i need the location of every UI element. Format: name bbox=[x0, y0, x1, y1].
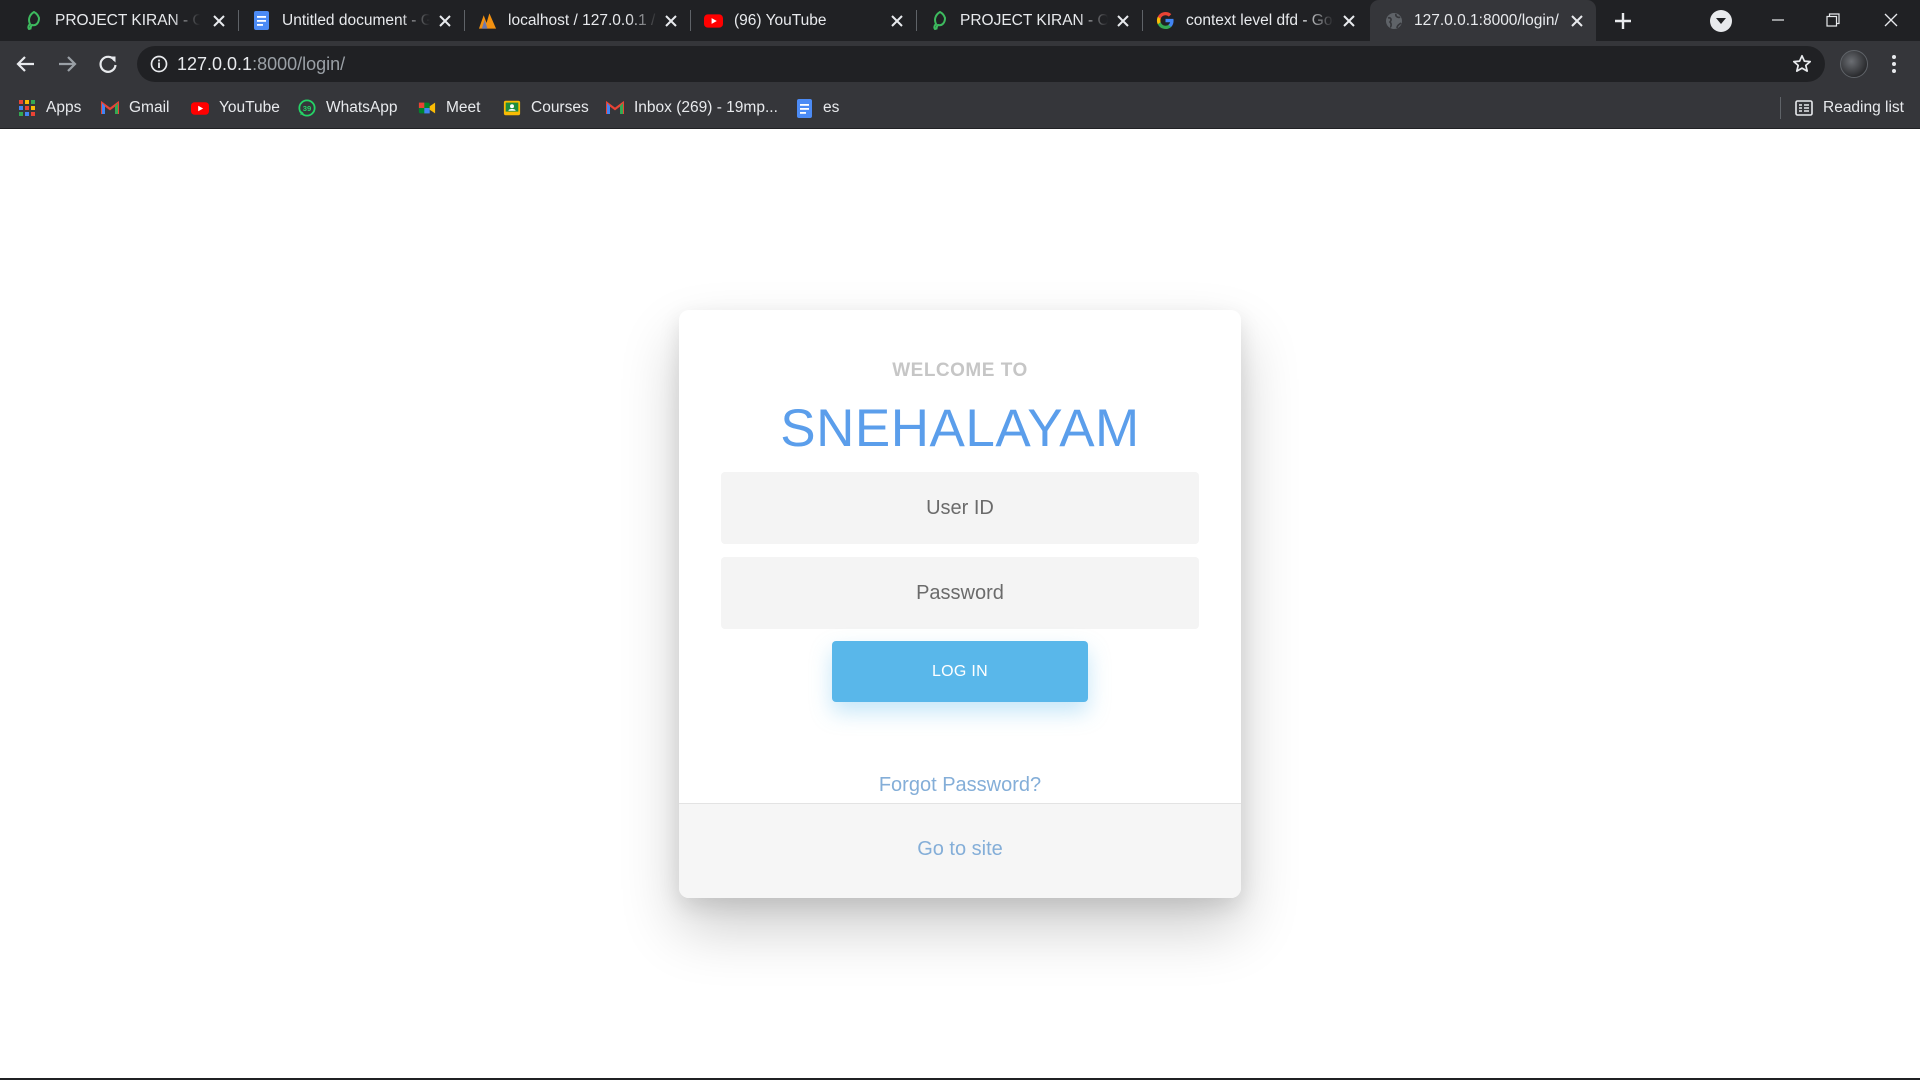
welcome-heading: WELCOME TO bbox=[892, 360, 1028, 381]
gmail-icon bbox=[101, 99, 119, 117]
window-close-icon[interactable] bbox=[1879, 8, 1903, 32]
page-content: WELCOME TO SNEHALAYAM LOG IN Forgot Pass… bbox=[0, 129, 1920, 1080]
reload-icon[interactable] bbox=[96, 52, 120, 76]
bookmark-meet[interactable]: Meet bbox=[418, 98, 480, 118]
bookmark-label: Meet bbox=[446, 99, 481, 116]
reading-list-label: Reading list bbox=[1823, 99, 1904, 116]
close-icon[interactable] bbox=[1340, 12, 1357, 29]
card-footer: Go to site bbox=[679, 803, 1241, 898]
reading-list-button[interactable]: Reading list bbox=[1795, 98, 1904, 118]
bookmark-label: WhatsApp bbox=[326, 99, 398, 116]
tab-title: PROJECT KIRAN - Online bbox=[55, 12, 200, 29]
bookmark-star-icon[interactable] bbox=[1792, 54, 1812, 74]
close-icon[interactable] bbox=[1568, 12, 1585, 29]
meet-icon bbox=[418, 99, 436, 117]
browser-toolbar: 127.0.0.1:8000/login/ bbox=[0, 41, 1920, 87]
green-leaf-icon bbox=[930, 11, 949, 30]
tab-title: PROJECT KIRAN - Online bbox=[960, 12, 1108, 29]
bookmark-label: es bbox=[823, 99, 840, 116]
green-leaf-icon bbox=[24, 11, 43, 30]
tab-title: context level dfd - Google bbox=[1186, 12, 1334, 29]
apps-grid-icon bbox=[18, 99, 36, 117]
kebab-menu-icon[interactable] bbox=[1882, 52, 1906, 76]
youtube-icon bbox=[704, 11, 723, 30]
gmail-icon bbox=[606, 99, 624, 117]
bookmark-label: Gmail bbox=[129, 99, 170, 116]
user-id-input[interactable] bbox=[721, 472, 1199, 544]
tab-search-chevron-icon[interactable] bbox=[1710, 10, 1732, 32]
youtube-icon bbox=[191, 99, 209, 117]
bookmark-label: Apps bbox=[46, 99, 82, 116]
bookmark-label: YouTube bbox=[219, 99, 280, 116]
new-tab-plus-icon[interactable] bbox=[1613, 11, 1633, 31]
bookmark-gmail[interactable]: Gmail bbox=[101, 98, 169, 118]
close-icon[interactable] bbox=[436, 12, 453, 29]
tab-title: 127.0.0.1:8000/login/ bbox=[1414, 12, 1559, 29]
restore-icon[interactable] bbox=[1821, 8, 1845, 32]
tab-title: localhost / 127.0.0.1 / bbox=[508, 12, 656, 29]
phpmyadmin-icon bbox=[478, 11, 497, 30]
reading-list-icon bbox=[1795, 99, 1813, 117]
url-text[interactable]: 127.0.0.1:8000/login/ bbox=[177, 54, 345, 74]
tab-title: (96) YouTube bbox=[734, 12, 827, 29]
close-icon[interactable] bbox=[210, 12, 227, 29]
docs-icon bbox=[252, 11, 271, 30]
bookmark-inbox[interactable]: Inbox (269) - 19mp... bbox=[606, 98, 778, 118]
svg-text:39: 39 bbox=[303, 104, 311, 113]
globe-icon bbox=[1384, 11, 1403, 30]
bookmark-label: Inbox (269) - 19mp... bbox=[634, 99, 778, 116]
tab-context-level-dfd[interactable]: context level dfd - Google bbox=[1142, 0, 1368, 41]
back-arrow-icon[interactable] bbox=[14, 52, 38, 76]
whatsapp-icon: 39 bbox=[298, 99, 316, 117]
tab-strip: PROJECT KIRAN - Online Untitled document… bbox=[0, 0, 1920, 41]
minimize-icon[interactable] bbox=[1766, 8, 1790, 32]
docs-icon bbox=[795, 98, 813, 118]
bookmark-es[interactable]: es bbox=[795, 98, 839, 118]
tab-youtube[interactable]: (96) YouTube bbox=[690, 0, 916, 41]
password-input[interactable] bbox=[721, 557, 1199, 629]
bookmark-whatsapp[interactable]: 39 WhatsApp bbox=[298, 98, 398, 118]
bookmark-courses[interactable]: Courses bbox=[503, 98, 589, 118]
bookmark-apps[interactable]: Apps bbox=[18, 98, 81, 118]
close-icon[interactable] bbox=[1114, 12, 1131, 29]
classroom-icon bbox=[503, 99, 521, 117]
forward-arrow-icon[interactable] bbox=[55, 52, 79, 76]
brand-title: SNEHALAYAM bbox=[780, 399, 1140, 458]
tab-project-kiran[interactable]: PROJECT KIRAN - Online bbox=[0, 0, 236, 41]
login-button[interactable]: LOG IN bbox=[832, 641, 1088, 702]
profile-avatar[interactable] bbox=[1840, 50, 1868, 78]
go-to-site-link[interactable]: Go to site bbox=[679, 838, 1241, 861]
tab-project-kiran-2[interactable]: PROJECT KIRAN - Online bbox=[916, 0, 1142, 41]
bookmarks-bar: Apps Gmail YouTube 39 WhatsApp Meet Cour… bbox=[0, 87, 1920, 129]
google-icon bbox=[1156, 11, 1175, 30]
tab-title: Untitled document - Google Docs bbox=[282, 12, 430, 29]
tab-localhost-phpmyadmin[interactable]: localhost / 127.0.0.1 / bbox=[464, 0, 690, 41]
close-icon[interactable] bbox=[662, 12, 679, 29]
site-info-icon[interactable] bbox=[150, 55, 168, 73]
address-bar[interactable]: 127.0.0.1:8000/login/ bbox=[137, 46, 1825, 82]
tab-untitled-document[interactable]: Untitled document - Google Docs bbox=[238, 0, 464, 41]
close-icon[interactable] bbox=[888, 12, 905, 29]
bookmark-label: Courses bbox=[531, 99, 589, 116]
tab-login-active[interactable]: 127.0.0.1:8000/login/ bbox=[1370, 0, 1596, 41]
bookmark-youtube[interactable]: YouTube bbox=[191, 98, 280, 118]
forgot-password-link[interactable]: Forgot Password? bbox=[679, 774, 1241, 797]
login-card: WELCOME TO SNEHALAYAM LOG IN Forgot Pass… bbox=[679, 310, 1241, 898]
